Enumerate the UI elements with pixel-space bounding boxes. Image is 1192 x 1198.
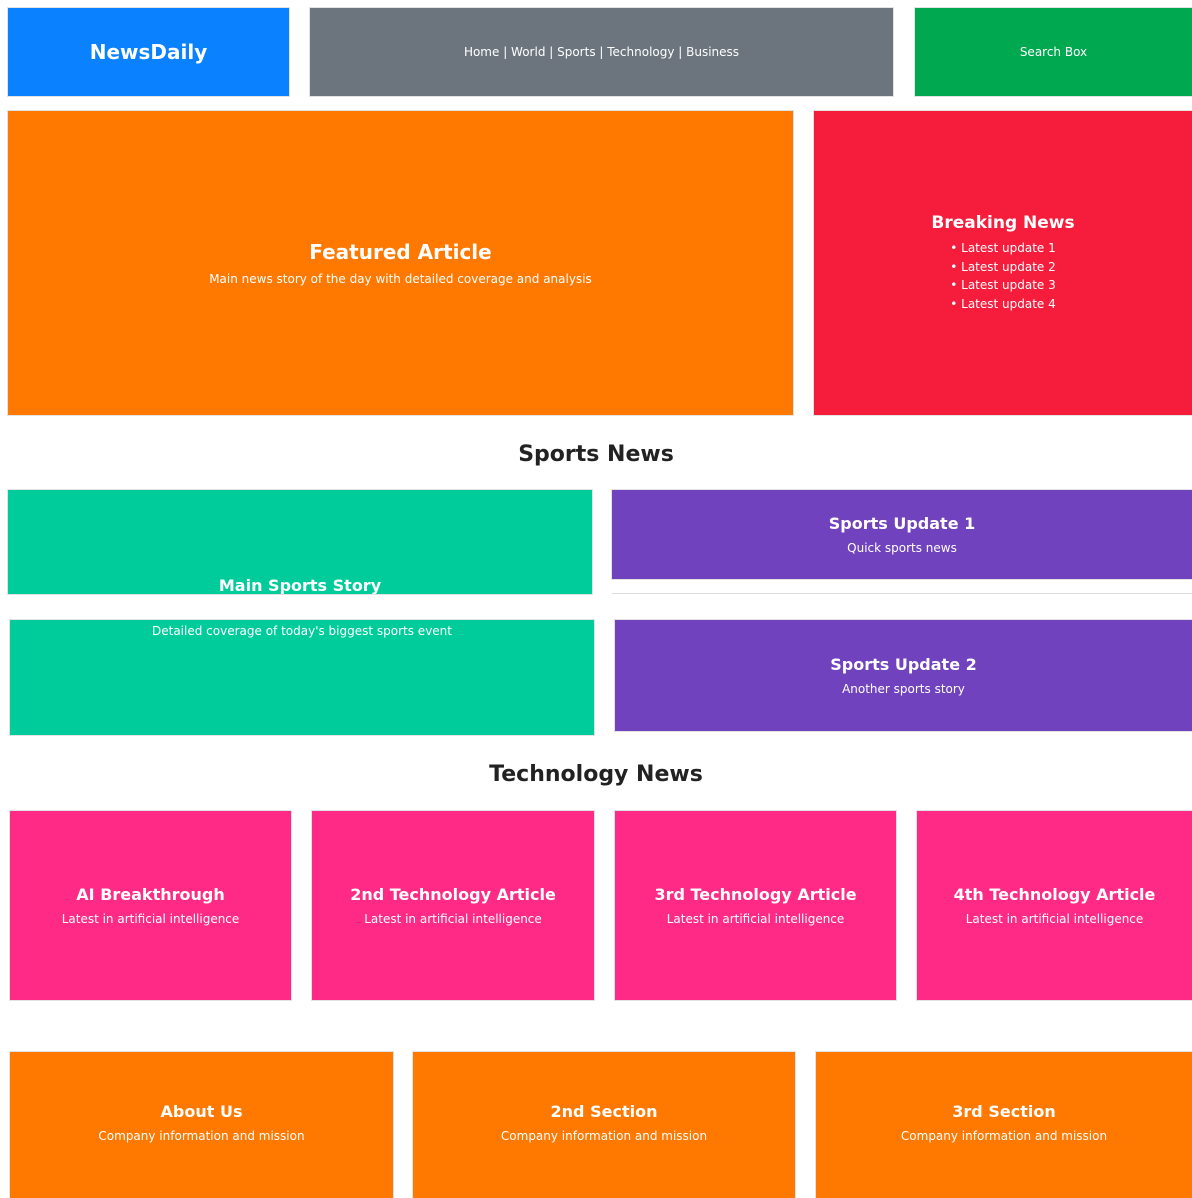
technology-heading: Technology News	[489, 762, 703, 787]
nav-links[interactable]: Home | World | Sports | Technology | Bus…	[464, 45, 739, 59]
sports-update-subtitle: Quick sports news	[847, 541, 957, 555]
main-sports-subtitle: Detailed coverage of today's biggest spo…	[152, 624, 452, 638]
tech-article-subtitle: Latest in artificial intelligence	[61, 912, 240, 926]
logo-box[interactable]: NewsDaily	[8, 8, 289, 96]
breaking-item: • Latest update 4	[950, 296, 1056, 311]
footer-section[interactable]: 3rd Section Company information and miss…	[816, 1052, 1192, 1198]
featured-title: Featured Article	[309, 240, 492, 264]
sports-update-title: Sports Update 2	[830, 655, 977, 674]
search-box[interactable]: Search Box	[915, 8, 1192, 96]
featured-subtitle: Main news story of the day with detailed…	[209, 272, 592, 286]
breaking-news[interactable]: Breaking News • Latest update 1 • Latest…	[814, 111, 1192, 415]
tech-article-title: 4th Technology Article	[953, 885, 1156, 904]
tech-article-card[interactable]: 2nd Technology Article Latest in artific…	[312, 811, 594, 1000]
footer-section-title: 2nd Section	[550, 1102, 658, 1121]
sports-update-title: Sports Update 1	[828, 514, 976, 533]
tech-article-card[interactable]: 3rd Technology Article Latest in artific…	[615, 811, 896, 1000]
tech-article-subtitle: Latest in artificial intelligence	[364, 912, 542, 926]
search-label: Search Box	[1019, 45, 1088, 59]
footer-section-subtitle: Company information and mission	[500, 1129, 708, 1143]
sports-heading: Sports News	[518, 442, 674, 467]
breaking-item: • Latest update 3	[950, 278, 1056, 292]
footer-section-subtitle: Company information and mission	[98, 1129, 305, 1143]
footer-section[interactable]: 2nd Section Company information and miss…	[413, 1052, 795, 1198]
sports-update-subtitle: Another sports story	[842, 682, 965, 696]
footer-section-subtitle: Company information and mission	[900, 1129, 1108, 1143]
featured-article[interactable]: Featured Article Main news story of the …	[8, 111, 793, 415]
tech-article-card[interactable]: 4th Technology Article Latest in artific…	[917, 811, 1192, 1000]
tech-article-subtitle: Latest in artificial intelligence	[666, 912, 845, 926]
footer-section[interactable]: About Us Company information and mission	[10, 1052, 393, 1198]
main-sports-title: Main Sports Story	[218, 576, 382, 594]
breaking-item: • Latest update 2	[950, 259, 1056, 274]
tech-article-card[interactable]: AI Breakthrough Latest in artificial int…	[10, 811, 291, 1000]
main-sports-story-top[interactable]: Main Sports Story	[8, 490, 592, 594]
tech-article-subtitle: Latest in artificial intelligence	[965, 912, 1144, 926]
breaking-item: • Latest update 1	[950, 241, 1056, 255]
sports-update-2[interactable]: Sports Update 2 Another sports story	[615, 620, 1192, 731]
breaking-list: • Latest update 1 • Latest update 2 • La…	[950, 239, 1056, 313]
tech-article-title: 2nd Technology Article	[350, 885, 556, 904]
breaking-title: Breaking News	[931, 213, 1075, 233]
main-sports-story-bottom[interactable]: Detailed coverage of today's biggest spo…	[10, 620, 594, 735]
tech-article-title: AI Breakthrough	[76, 885, 225, 904]
sports-update-1[interactable]: Sports Update 1 Quick sports news	[612, 490, 1192, 579]
nav-bar: Home | World | Sports | Technology | Bus…	[310, 8, 893, 96]
sports-divider	[612, 593, 1192, 594]
footer-section-title: About Us	[160, 1102, 243, 1121]
footer-section-title: 3rd Section	[952, 1102, 1056, 1121]
tech-article-title: 3rd Technology Article	[654, 885, 857, 904]
site-logo[interactable]: NewsDaily	[90, 40, 208, 64]
